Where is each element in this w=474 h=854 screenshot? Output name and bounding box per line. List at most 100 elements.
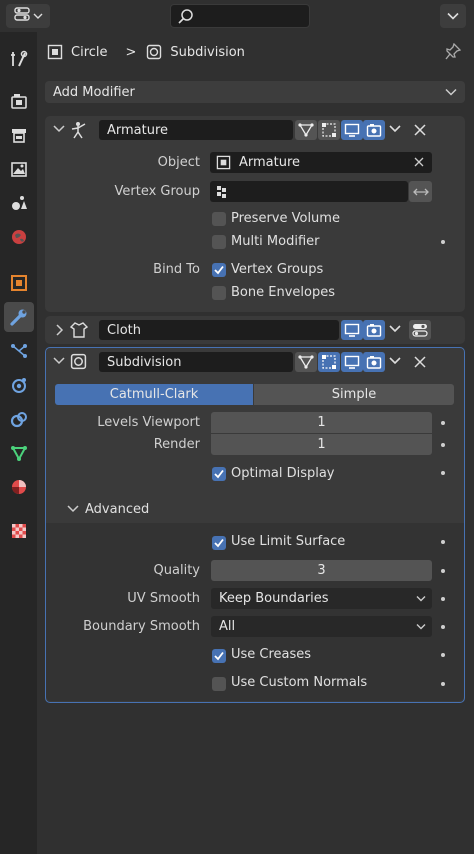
viewport-display-toggle[interactable]: [341, 320, 363, 340]
chevron-down-icon: [416, 596, 426, 602]
quality-label: Quality: [153, 563, 200, 578]
search-icon: [178, 9, 193, 24]
viewport-display-toggle[interactable]: [341, 120, 363, 140]
data-tab[interactable]: [4, 438, 34, 468]
decorator-dot[interactable]: [441, 471, 445, 475]
bone-envelopes-checkbox[interactable]: [212, 286, 226, 300]
armature-panel-header: Armature: [45, 116, 465, 144]
boundary-smooth-dropdown[interactable]: All: [211, 616, 432, 637]
physics-settings-button[interactable]: [409, 320, 431, 340]
material-tab[interactable]: [4, 472, 34, 502]
quality-field[interactable]: 3: [211, 560, 432, 581]
render-toggle[interactable]: [363, 120, 385, 140]
edit-mode-toggle[interactable]: [295, 120, 317, 140]
options-dropdown-button[interactable]: [440, 4, 466, 28]
tool-tab[interactable]: [4, 44, 34, 74]
decorator-dot[interactable]: [441, 421, 445, 425]
pin-icon[interactable]: [445, 43, 461, 61]
render-toggle[interactable]: [363, 320, 385, 340]
scene-icon: [12, 196, 27, 210]
object-icon: [47, 44, 63, 60]
editor-type-button[interactable]: [6, 4, 50, 28]
invert-vertex-group-toggle[interactable]: [409, 181, 432, 202]
multi-modifier-checkbox[interactable]: [212, 235, 226, 249]
decorator-dot[interactable]: [441, 653, 445, 657]
chevron-down-icon[interactable]: [53, 356, 65, 366]
armature-name-field[interactable]: Armature: [99, 120, 293, 140]
add-modifier-dropdown[interactable]: Add Modifier: [45, 81, 465, 103]
optimal-display-checkbox[interactable]: [212, 467, 226, 481]
decorator-dot[interactable]: [441, 240, 445, 244]
edit-mode-toggle[interactable]: [295, 352, 317, 372]
subdivision-icon: [70, 353, 87, 370]
decorator-dot[interactable]: [441, 569, 445, 573]
physics-tab[interactable]: [4, 370, 34, 400]
use-limit-surface-label: Use Limit Surface: [231, 534, 346, 549]
uv-smooth-dropdown[interactable]: Keep Boundaries: [211, 588, 432, 609]
simple-button[interactable]: Simple: [254, 384, 454, 405]
armature-object-field[interactable]: Armature: [210, 152, 432, 173]
on-cage-toggle[interactable]: [318, 120, 340, 140]
cloth-icon: [69, 320, 89, 340]
modifiers-tab[interactable]: [4, 302, 34, 332]
breadcrumb-modifier: Subdivision: [170, 44, 245, 60]
subdivision-name-field[interactable]: Subdivision: [99, 352, 293, 372]
decorator-dot[interactable]: [441, 597, 445, 601]
particles-tab[interactable]: [4, 336, 34, 366]
on-cage-toggle[interactable]: [318, 352, 340, 372]
uv-smooth-label: UV Smooth: [127, 591, 200, 606]
constraints-tab[interactable]: [4, 404, 34, 434]
cloth-name-field[interactable]: Cloth: [99, 320, 339, 340]
chevron-down-icon: [33, 9, 43, 24]
close-icon[interactable]: [414, 157, 424, 167]
output-tab[interactable]: [4, 120, 34, 150]
vertex-group-field[interactable]: [210, 181, 408, 202]
decorator-dot[interactable]: [441, 443, 445, 447]
monitor-icon: [344, 355, 360, 369]
scene-tab[interactable]: [4, 188, 34, 218]
render-toggle[interactable]: [363, 352, 385, 372]
boundary-smooth-label: Boundary Smooth: [83, 619, 200, 634]
use-limit-surface-checkbox[interactable]: [212, 536, 226, 550]
monitor-icon: [344, 323, 360, 337]
armature-icon: [69, 120, 89, 140]
use-custom-normals-label: Use Custom Normals: [231, 675, 368, 690]
render-levels-label: Render: [153, 437, 200, 452]
catmull-clark-button[interactable]: Catmull-Clark: [55, 384, 253, 405]
breadcrumb-object: Circle: [71, 44, 108, 60]
decorator-dot[interactable]: [441, 682, 445, 686]
printer-icon: [12, 129, 26, 143]
armature-object-value: Armature: [239, 155, 301, 170]
use-creases-checkbox[interactable]: [212, 649, 226, 663]
chevron-right-icon[interactable]: [55, 324, 65, 336]
chevron-down-icon[interactable]: [53, 124, 65, 134]
chevron-down-icon: [445, 88, 457, 96]
chevron-down-icon[interactable]: [389, 324, 401, 334]
viewport-display-toggle[interactable]: [341, 352, 363, 372]
bind-to-label: Bind To: [153, 262, 200, 277]
world-tab[interactable]: [4, 222, 34, 252]
decorator-dot[interactable]: [441, 540, 445, 544]
breadcrumb-separator: >: [125, 44, 137, 60]
vertex-group-icon: [216, 185, 230, 199]
object-tab[interactable]: [4, 268, 34, 298]
view-layer-tab[interactable]: [4, 154, 34, 184]
vertex-groups-checkbox[interactable]: [212, 263, 226, 277]
preserve-volume-checkbox[interactable]: [212, 212, 226, 226]
render-tab[interactable]: [4, 86, 34, 116]
chevron-down-icon[interactable]: [389, 356, 401, 366]
search-input[interactable]: [170, 4, 310, 28]
close-icon[interactable]: [414, 356, 426, 368]
render-levels-field[interactable]: 1: [211, 434, 432, 455]
chevron-down-icon[interactable]: [389, 124, 401, 134]
use-custom-normals-checkbox[interactable]: [212, 677, 226, 691]
levels-viewport-field[interactable]: 1: [211, 412, 432, 433]
texture-tab[interactable]: [4, 516, 34, 546]
chevron-down-icon: [447, 12, 459, 20]
checkmark-icon: [214, 469, 224, 479]
toggles-icon: [412, 324, 428, 337]
decorator-dot[interactable]: [441, 625, 445, 629]
tool-icon: [11, 50, 28, 67]
close-icon[interactable]: [414, 124, 426, 136]
advanced-subpanel-header[interactable]: Advanced: [55, 496, 464, 522]
